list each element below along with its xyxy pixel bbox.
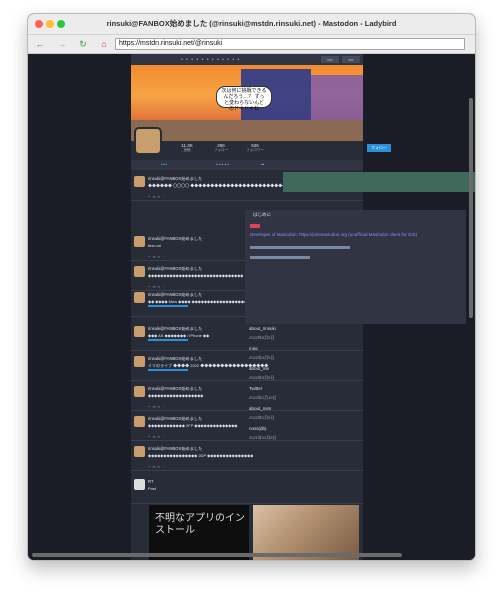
stat-followers[interactable]: 526 フォロワー — [241, 143, 269, 153]
stat-following[interactable]: 286 フォロー — [207, 143, 235, 153]
post-content: ◆◆◆ AS ◆◆◆◆◆◆◆ / iPhone ◆◆ — [148, 333, 210, 338]
post-avatar[interactable] — [134, 479, 145, 490]
post-content: ◆◆◆◆◆◆◆◆◆◆◆◆◆◆◆◆◆◆◆◆◆◆◆◆◆◆◆◆◆◆◆ — [148, 273, 244, 278]
media-attachment-1[interactable]: 不明なアプリのインストール — [149, 505, 249, 560]
status-post[interactable]: rinsuki@FANBOX始めました ◆◆◆◆◆◆◆◆◆◆◆◆ 2FP ◆◆◆… — [131, 414, 363, 441]
nav-button-2[interactable]: •••• — [342, 56, 360, 63]
banner-shelf-right — [311, 75, 363, 125]
tab-media[interactable]: •• — [261, 162, 264, 167]
post-content: ◆◆◆◆◆◆ 〇〇〇〇 ◆◆◆◆◆◆◆◆◆◆◆◆◆◆◆◆◆◆◆◆◆◆◆◆◆ — [148, 183, 291, 188]
profile-avatar[interactable] — [134, 127, 162, 155]
post-author[interactable]: RT — [148, 479, 154, 484]
post-author[interactable]: rinsuki@FANBOX始めました — [148, 236, 202, 242]
post-avatar[interactable] — [134, 236, 145, 247]
banner-floor — [131, 120, 363, 141]
window-title: rinsuki@FANBOX始めました (@rinsuki@mstdn.rins… — [106, 19, 397, 28]
post-avatar[interactable] — [134, 446, 145, 457]
post-author[interactable]: rinsuki@FANBOX始めました — [148, 266, 202, 272]
home-icon[interactable]: ⌂ — [98, 38, 110, 50]
profile-tabs: •••• • • • • • •• — [131, 160, 363, 170]
post-author[interactable]: rinsuki@FANBOX始めました — [148, 176, 202, 182]
post-content: ◆◆◆◆◆◆◆◆◆◆◆◆ 2FP ◆◆◆◆◆◆◆◆◆◆◆◆◆◆ — [148, 423, 238, 428]
tab-replies[interactable]: • • • • • — [216, 162, 229, 167]
vertical-scrollbar[interactable] — [469, 98, 473, 318]
featured-tag[interactable]: about_rinsuki 2022年5月3日 — [249, 326, 276, 341]
top-navigation: • • • • • • • • • • • • •••• •••• — [131, 54, 363, 65]
post-content: ◆◆◆◆◆◆◆◆◆◆◆◆◆◆◆◆◆◆ — [148, 393, 204, 398]
nav-text: • • • • • • • • • • • • — [181, 57, 241, 63]
post-hashtags[interactable] — [148, 369, 188, 371]
title-bar: rinsuki@FANBOX始めました (@rinsuki@mstdn.rins… — [28, 14, 475, 35]
post-avatar[interactable] — [134, 386, 145, 397]
nav-button-1[interactable]: •••• — [321, 56, 339, 63]
post-author[interactable]: rinsuki@FANBOX始めました — [148, 416, 202, 422]
overlay-panel — [283, 172, 475, 192]
post-actions[interactable]: ↩ ⇄ ★ ⋯ — [148, 194, 166, 199]
status-post[interactable]: rinsuki@FANBOX始めました ミリのライブ ◆◆◆◆ 2022 ◆◆◆… — [131, 354, 363, 381]
bio-line — [250, 246, 350, 249]
post-author[interactable]: rinsuki@FANBOX始めました — [148, 356, 202, 362]
post-actions[interactable]: ↩ ⇄ ★ ⋯ — [148, 254, 166, 259]
bio-title: はじめに — [253, 212, 271, 217]
post-actions[interactable]: ↩ ⇄ ★ ⋯ — [148, 434, 166, 439]
featured-tag[interactable]: Twitter 2022年1月19日 — [249, 386, 277, 401]
profile-stats: 11.3K 投稿 286 フォロー 526 フォロワー フォロー — [161, 142, 391, 156]
bio-link[interactable]: Developer of Mastodon: https://joinmasto… — [250, 232, 460, 237]
bio-line — [250, 256, 310, 259]
post-author[interactable]: rinsuki@FANBOX始めました — [148, 326, 202, 332]
post-avatar[interactable] — [134, 292, 145, 303]
back-arrow-icon[interactable]: ← — [34, 38, 46, 50]
media-attachment-2[interactable] — [253, 505, 359, 560]
featured-tag[interactable]: noss(db) 2021年12月8日 — [249, 426, 277, 441]
post-actions[interactable]: ↩ ⇄ ★ ⋯ — [148, 404, 166, 409]
post-avatar[interactable] — [134, 266, 145, 277]
stat-posts[interactable]: 11.3K 投稿 — [173, 143, 201, 153]
browser-window: rinsuki@FANBOX始めました (@rinsuki@mstdn.rins… — [27, 13, 476, 561]
status-post[interactable]: rinsuki@FANBOX始めました ◆◆◆ AS ◆◆◆◆◆◆◆ / iPh… — [131, 324, 363, 351]
bio-badge — [250, 224, 260, 228]
featured-tag[interactable]: about_nsm 2022年1月9日 — [249, 406, 274, 421]
post-hashtags[interactable] — [148, 305, 188, 307]
featured-tag[interactable]: about_me 2022年3月9日 — [249, 366, 274, 381]
browser-toolbar: ← → ↻ ⌂ — [28, 35, 475, 54]
status-post[interactable]: rinsuki@FANBOX始めました ◆◆◆◆◆◆◆◆◆◆◆◆◆◆◆◆ 2DP… — [131, 444, 363, 471]
post-avatar[interactable] — [134, 326, 145, 337]
post-content: Post — [148, 486, 157, 491]
post-content: ◆◆◆◆◆◆◆◆◆◆◆◆◆◆◆◆ 2DP ◆◆◆◆◆◆◆◆◆◆◆◆◆◆◆ — [148, 453, 254, 458]
featured-tag[interactable]: misc 2022年4月9日 — [249, 346, 274, 361]
profile-header-image: 次は何に挑戦できる んだろう…？ すっ と変わらないんど のドキドキね — [131, 65, 363, 141]
speech-bubble: 次は何に挑戦できる んだろう…？ すっ と変わらないんど のドキドキね — [216, 86, 272, 112]
web-viewport: • • • • • • • • • • • • •••• •••• 次は何に挑戦… — [28, 54, 475, 560]
forward-arrow-icon[interactable]: → — [56, 38, 68, 50]
post-actions[interactable]: ↩ ⇄ ★ ⋯ — [148, 464, 166, 469]
reload-icon[interactable]: ↻ — [77, 38, 89, 50]
post-author[interactable]: rinsuki@FANBOX始めました — [148, 292, 202, 298]
boosted-post[interactable]: RT Post — [131, 477, 363, 504]
tab-posts[interactable]: •••• — [161, 162, 167, 167]
post-avatar[interactable] — [134, 416, 145, 427]
post-actions[interactable]: ↩ ⇄ ★ ⋯ — [148, 284, 166, 289]
post-content: ◆◆ ◆◆◆◆ Mew ◆◆◆◆ ◆◆◆◆◆◆◆◆◆◆◆◆◆◆◆◆◆◆◆◆◆ — [148, 299, 257, 304]
profile-bio-panel: はじめに Developer of Mastodon: https://join… — [245, 210, 466, 324]
post-hashtags[interactable] — [148, 339, 188, 341]
horizontal-scrollbar[interactable] — [32, 553, 402, 557]
url-input[interactable] — [115, 38, 465, 50]
post-content: test uni — [148, 243, 161, 248]
post-avatar[interactable] — [134, 356, 145, 367]
post-avatar[interactable] — [134, 176, 145, 187]
post-author[interactable]: rinsuki@FANBOX始めました — [148, 386, 202, 392]
follow-button[interactable]: フォロー — [367, 144, 391, 152]
status-post[interactable]: rinsuki@FANBOX始めました ◆◆◆◆◆◆◆◆◆◆◆◆◆◆◆◆◆◆ ↩… — [131, 384, 363, 411]
post-author[interactable]: rinsuki@FANBOX始めました — [148, 446, 202, 452]
